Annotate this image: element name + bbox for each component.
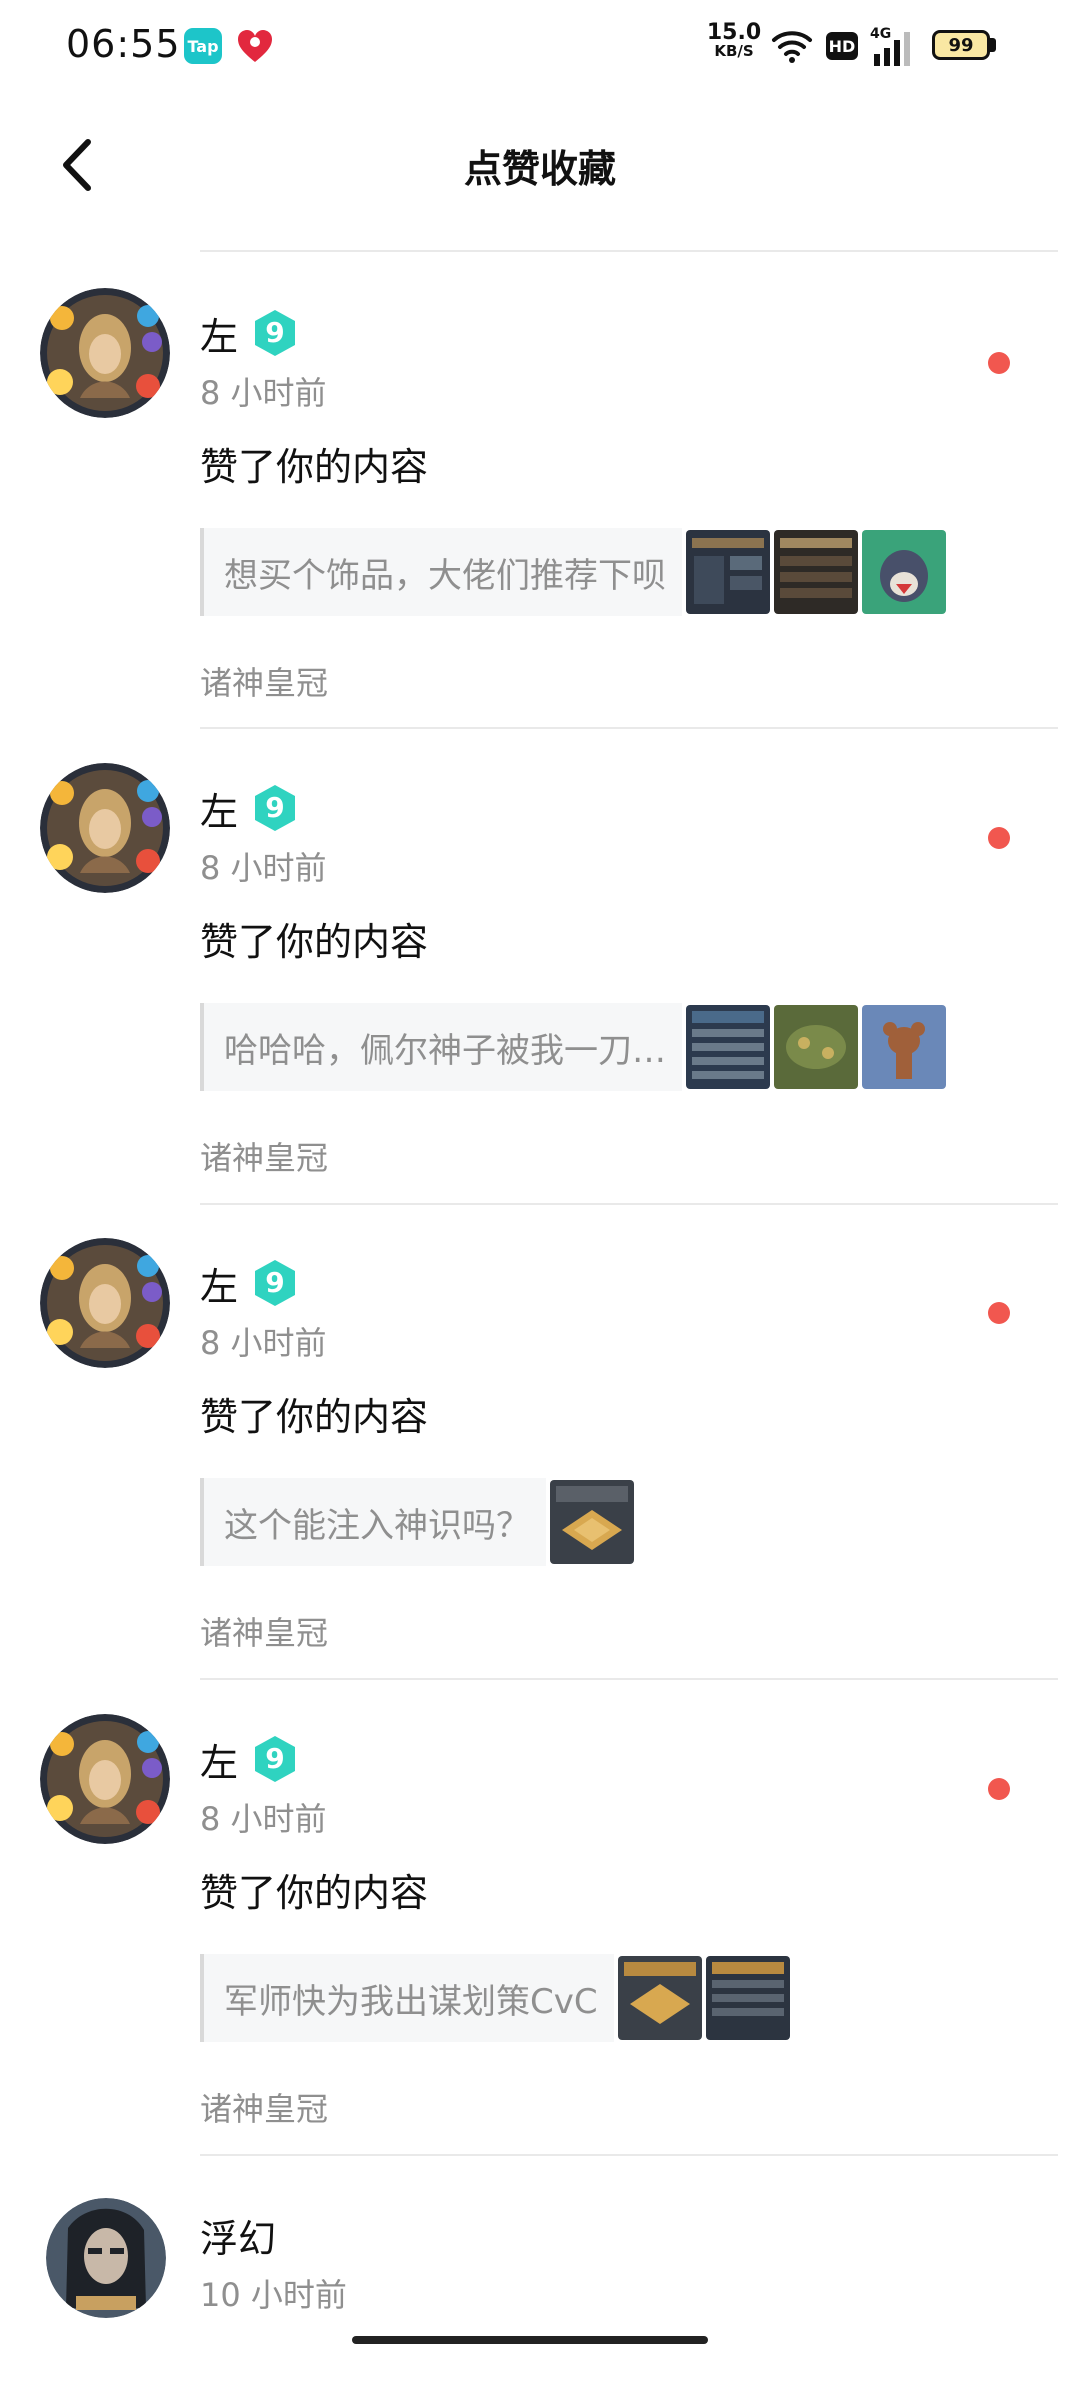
avatar[interactable] <box>40 288 170 418</box>
post-thumbnail <box>774 530 858 614</box>
quote-text: 这个能注入神识吗？ <box>224 1505 530 1546</box>
level-badge-icon: 9 <box>255 785 296 831</box>
tap-app-icon: Tap <box>184 28 222 64</box>
signal-icon: 4G <box>870 26 910 66</box>
post-thumbnail <box>686 530 770 614</box>
status-bar: 06:55 Tap 15.0 KB/S HD 4G 99 <box>0 0 1080 96</box>
divider <box>200 2154 1058 2156</box>
quote-text: 想买个饰品，大佬们推荐下呗 <box>224 555 666 596</box>
quote-text: 哈哈哈，佩尔神子被我一刀… <box>224 1030 666 1071</box>
group-name[interactable]: 诸神皇冠 <box>200 1133 328 1179</box>
user-name[interactable]: 左 <box>200 306 238 361</box>
unread-dot <box>988 352 1010 374</box>
unread-dot <box>988 1778 1010 1800</box>
action-text: 赞了你的内容 <box>200 445 429 489</box>
timestamp: 8 小时前 <box>200 374 327 412</box>
user-row: 左 9 <box>200 306 298 361</box>
quote-box[interactable]: 想买个饰品，大佬们推荐下呗 <box>200 528 682 616</box>
user-name[interactable]: 左 <box>200 1256 238 1311</box>
quote-box[interactable]: 哈哈哈，佩尔神子被我一刀… <box>200 1003 682 1091</box>
quote-box[interactable]: 这个能注入神识吗？ <box>200 1478 546 1566</box>
timestamp: 10 小时前 <box>200 2276 347 2314</box>
divider <box>200 727 1058 729</box>
user-row: 浮幻 <box>200 2208 290 2263</box>
action-text: 赞了你的内容 <box>200 920 429 964</box>
post-thumbnail <box>774 1005 858 1089</box>
network-speed: 15.0 KB/S <box>702 22 766 59</box>
unread-dot <box>988 827 1010 849</box>
quoted-post[interactable]: 想买个饰品，大佬们推荐下呗 <box>200 528 946 616</box>
quoted-post[interactable]: 这个能注入神识吗？ <box>200 1478 634 1566</box>
user-name[interactable]: 左 <box>200 781 238 836</box>
battery-icon: 99 <box>932 30 990 60</box>
quoted-post[interactable]: 军师快为我出谋划策CvC <box>200 1954 790 2042</box>
status-time: 06:55 <box>66 22 181 66</box>
level-badge-icon: 9 <box>255 1260 296 1306</box>
user-row: 左 9 <box>200 1256 298 1311</box>
timestamp: 8 小时前 <box>200 1324 327 1362</box>
post-thumbnail <box>862 530 946 614</box>
battery-tip <box>990 38 996 52</box>
user-row: 左 9 <box>200 1732 298 1787</box>
svg-text:9: 9 <box>265 1742 284 1775</box>
speed-value: 15.0 <box>706 20 762 45</box>
hd-icon: HD <box>826 32 858 60</box>
divider <box>200 1678 1058 1680</box>
action-text: 赞了你的内容 <box>200 1871 429 1915</box>
divider <box>200 250 1058 252</box>
avatar[interactable] <box>40 1238 170 1368</box>
svg-text:9: 9 <box>265 1266 284 1299</box>
svg-text:4G: 4G <box>870 26 891 42</box>
user-name[interactable]: 左 <box>200 1732 238 1787</box>
svg-text:9: 9 <box>265 791 284 824</box>
group-name[interactable]: 诸神皇冠 <box>200 1608 328 1654</box>
svg-text:9: 9 <box>265 316 284 349</box>
post-thumbnail <box>705 1956 790 2040</box>
avatar[interactable] <box>40 1714 170 1844</box>
speed-unit: KB/S <box>714 42 754 60</box>
post-thumbnail <box>550 1480 634 1564</box>
page-title: 点赞收藏 <box>463 147 616 191</box>
quoted-post[interactable]: 哈哈哈，佩尔神子被我一刀… <box>200 1003 946 1091</box>
unread-dot <box>988 1302 1010 1324</box>
level-badge-icon: 9 <box>255 1736 296 1782</box>
avatar[interactable] <box>46 2198 166 2318</box>
user-name[interactable]: 浮幻 <box>200 2208 276 2263</box>
quote-text: 军师快为我出谋划策CvC <box>224 1981 598 2022</box>
divider <box>200 1203 1058 1205</box>
wifi-icon <box>772 31 812 63</box>
post-thumbnail <box>862 1005 946 1089</box>
action-text: 赞了你的内容 <box>200 1395 429 1439</box>
timestamp: 8 小时前 <box>200 1800 327 1838</box>
timestamp: 8 小时前 <box>200 849 327 887</box>
group-name[interactable]: 诸神皇冠 <box>200 2084 328 2130</box>
post-thumbnail <box>617 1956 702 2040</box>
heart-app-icon <box>236 28 274 64</box>
user-row: 左 9 <box>200 781 298 836</box>
home-indicator[interactable] <box>352 2336 708 2344</box>
avatar[interactable] <box>40 763 170 893</box>
group-name[interactable]: 诸神皇冠 <box>200 658 328 704</box>
quote-box[interactable]: 军师快为我出谋划策CvC <box>200 1954 614 2042</box>
level-badge-icon: 9 <box>255 310 296 356</box>
post-thumbnail <box>686 1005 770 1089</box>
